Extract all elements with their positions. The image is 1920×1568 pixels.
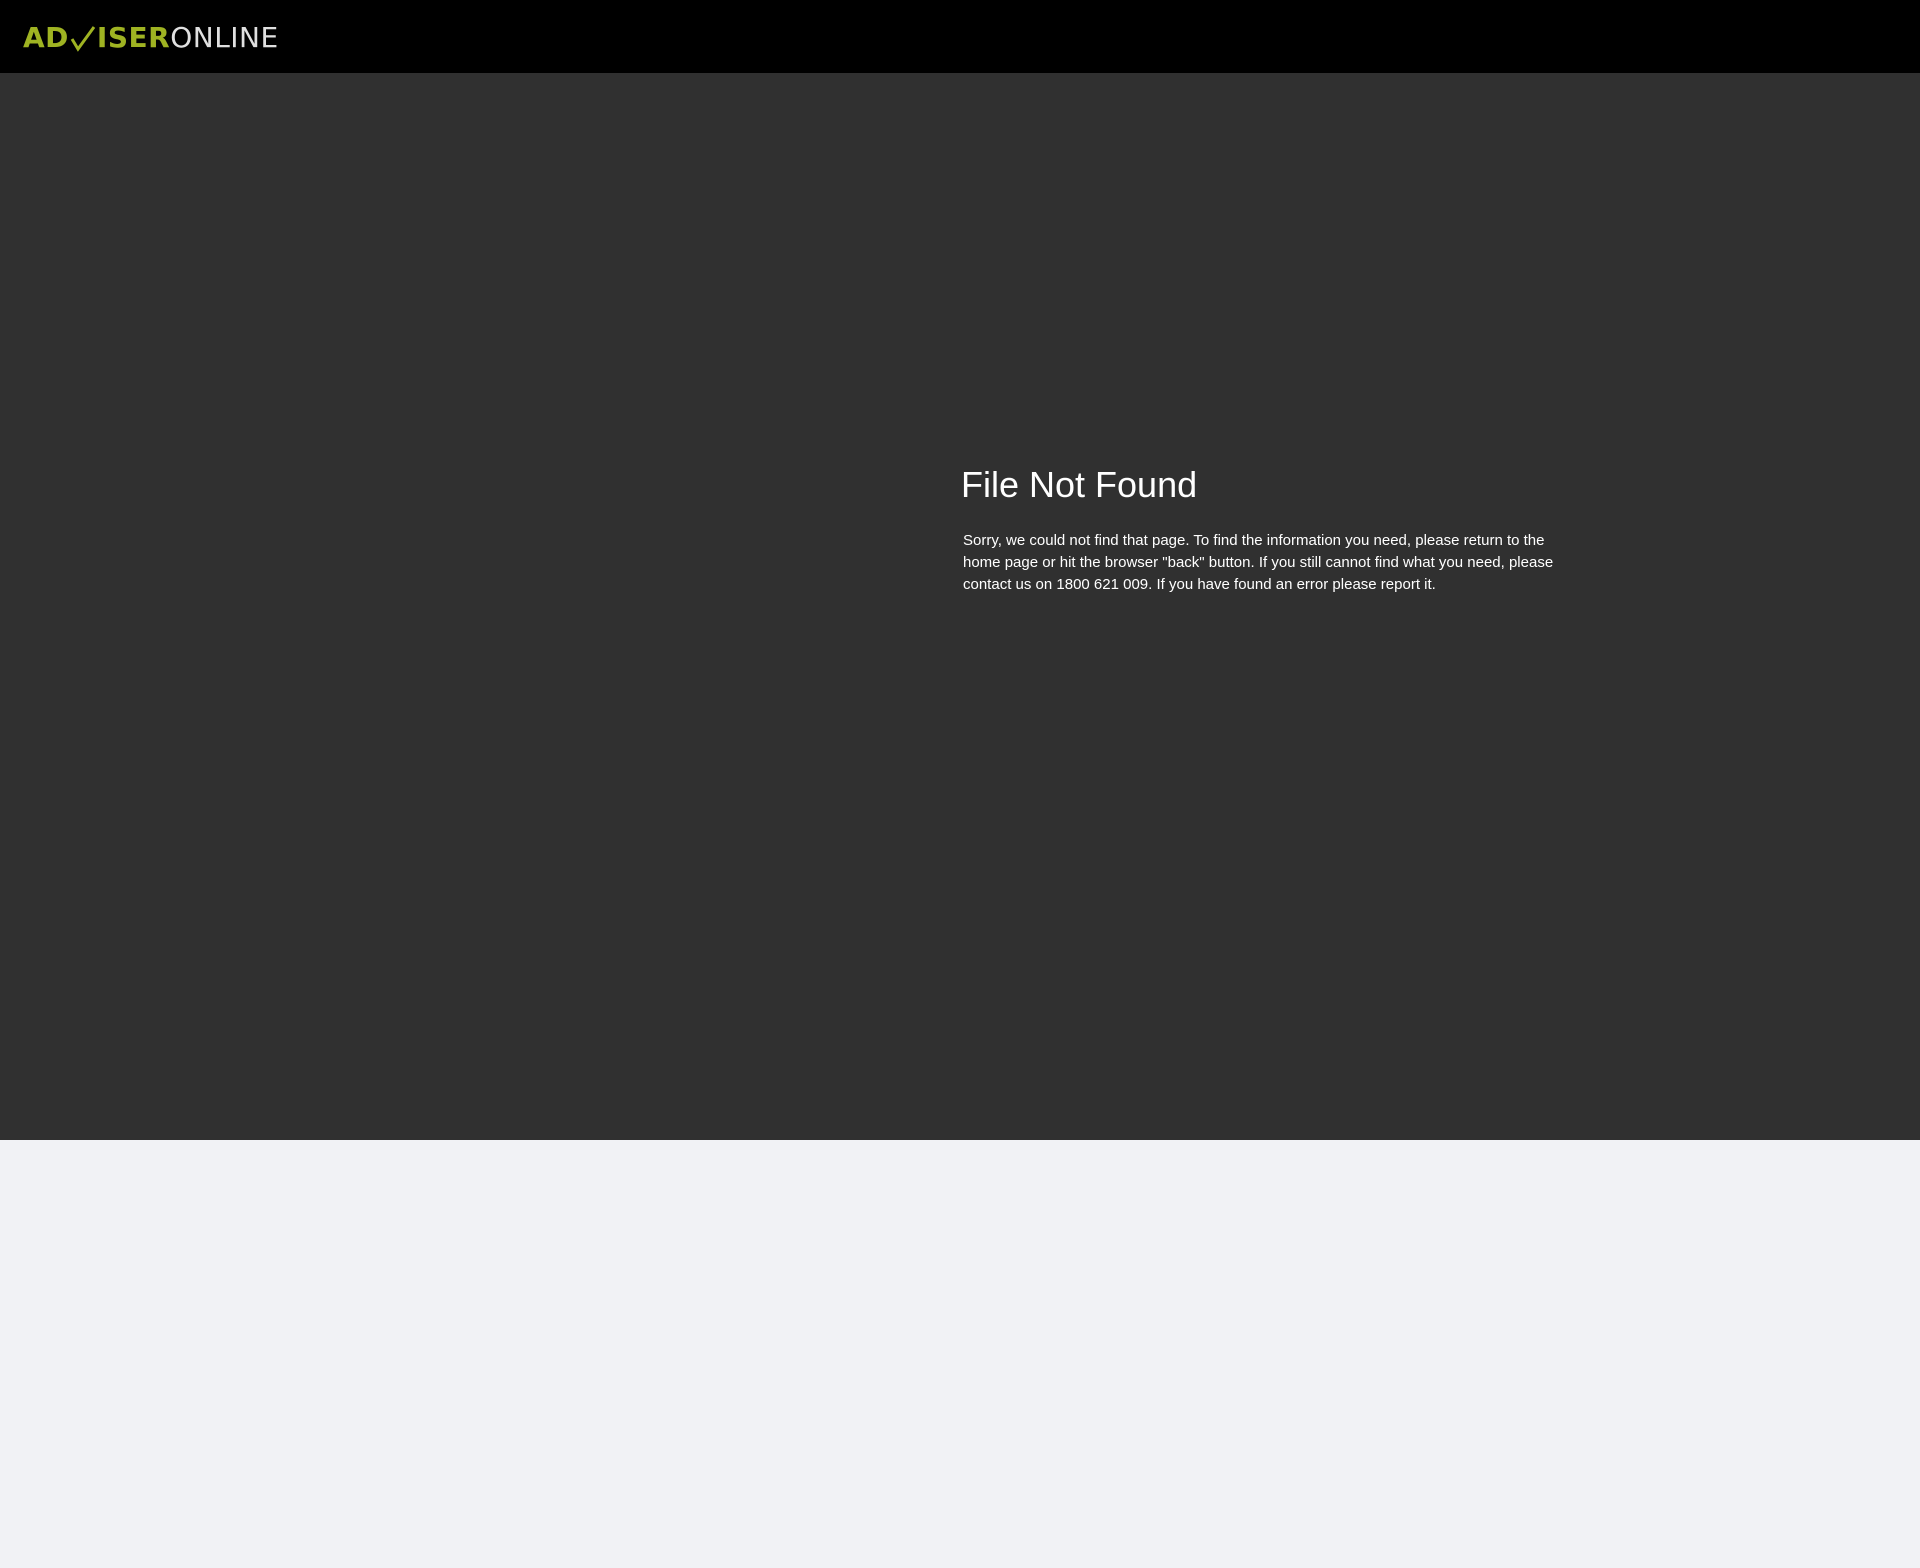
site-logo[interactable]: AD ISER ONLINE xyxy=(23,21,279,55)
checkmark-icon xyxy=(70,24,96,52)
logo-text-online: ONLINE xyxy=(170,21,279,54)
logo-text-ad: AD xyxy=(23,21,69,54)
logo-text-iser: ISER xyxy=(96,21,171,54)
page-background xyxy=(0,1140,1920,1568)
page-title: File Not Found xyxy=(961,464,1198,505)
error-content: File Not Found Sorry, we could not find … xyxy=(961,464,1581,596)
error-message: Sorry, we could not find that page. To f… xyxy=(963,532,1554,593)
top-bar: AD ISER ONLINE xyxy=(0,0,1920,73)
error-hero xyxy=(0,73,1920,1140)
